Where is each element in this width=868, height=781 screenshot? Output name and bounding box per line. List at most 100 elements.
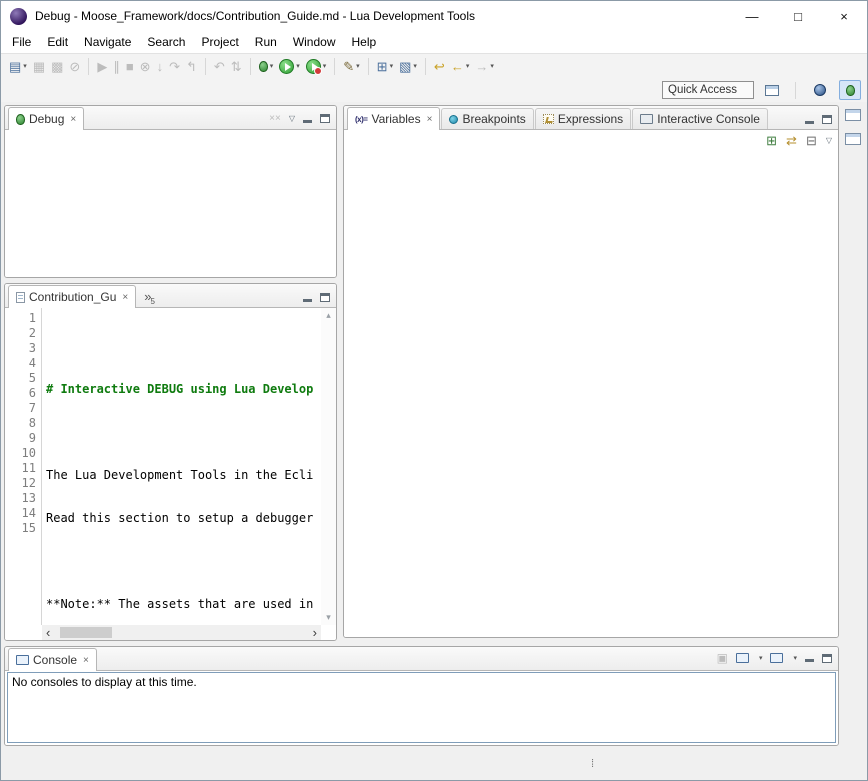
dropdown-arrow-icon[interactable]: ▾ — [323, 62, 327, 70]
save-button[interactable]: ▦ — [31, 55, 47, 77]
disconnect-button[interactable]: ⊗ — [138, 55, 153, 77]
menu-run[interactable]: Run — [247, 32, 285, 52]
last-edit-location-button[interactable]: ↩ — [432, 55, 447, 77]
scroll-up-arrow-icon[interactable]: ▴ — [326, 310, 331, 321]
view-menu-icon[interactable]: ▽ — [289, 114, 295, 123]
display-selected-console-icon[interactable] — [736, 653, 749, 663]
maximize-view-icon[interactable] — [320, 293, 330, 302]
step-over-button[interactable]: ↷ — [167, 55, 182, 77]
debug-button[interactable]: ▾ — [257, 55, 276, 77]
pin-console-icon[interactable]: ▣ — [717, 651, 728, 665]
dropdown-arrow-icon[interactable]: ▾ — [413, 62, 417, 70]
run-last-tool-button[interactable]: ▾ — [304, 55, 329, 77]
editor-line[interactable]: **Note:** The assets that are used in — [43, 597, 321, 612]
editor-ruler[interactable]: 1 2 3 4 5 6 7 8 9 10 11 12 13 14 15 — [5, 308, 42, 625]
lua-perspective-button[interactable] — [809, 80, 831, 100]
close-button[interactable]: × — [821, 1, 867, 31]
editor-tab-overflow-chevron[interactable]: » 5 — [144, 289, 155, 307]
minimize-view-icon[interactable] — [303, 115, 312, 123]
tab-debug[interactable]: Debug × — [8, 107, 84, 130]
dropdown-arrow-icon[interactable]: ▾ — [759, 654, 763, 662]
console-message-area[interactable]: No consoles to display at this time. — [7, 672, 836, 743]
scrollbar-thumb[interactable] — [60, 627, 112, 638]
drop-to-frame-button[interactable]: ↶ — [212, 55, 227, 77]
menu-navigate[interactable]: Navigate — [76, 32, 139, 52]
dropdown-arrow-icon[interactable]: ▾ — [356, 62, 360, 70]
tab-console[interactable]: Console × — [8, 648, 97, 671]
maximize-view-icon[interactable] — [320, 114, 330, 123]
scroll-left-arrow-icon[interactable]: ‹ — [42, 626, 54, 639]
view-menu-icon[interactable]: ▽ — [826, 136, 832, 145]
title-bar[interactable]: Debug - Moose_Framework/docs/Contributio… — [1, 1, 867, 31]
close-tab-icon[interactable]: × — [427, 114, 433, 125]
variables-content[interactable]: ⊞ ⇄ ⊟ ▽ — [344, 130, 838, 637]
dropdown-arrow-icon[interactable]: ▾ — [390, 62, 394, 70]
editor-line[interactable]: # Interactive DEBUG using Lua Develop — [43, 382, 321, 397]
tab-contribution-guide[interactable]: Contribution_Gu × — [8, 285, 136, 308]
close-tab-icon[interactable]: × — [122, 292, 128, 303]
restore-view-icon[interactable] — [845, 133, 861, 145]
terminate-button[interactable]: ■ — [124, 55, 136, 77]
new-project-button[interactable]: ⊞ ▾ — [375, 55, 395, 77]
suspend-button[interactable]: ∥ — [111, 55, 122, 77]
editor-horizontal-scrollbar[interactable]: ‹ › — [42, 625, 321, 640]
dropdown-arrow-icon[interactable]: ▾ — [23, 62, 27, 70]
tab-breakpoints[interactable]: Breakpoints — [441, 108, 533, 129]
dropdown-arrow-icon[interactable]: ▾ — [270, 62, 274, 70]
dropdown-arrow-icon[interactable]: ▾ — [793, 654, 797, 662]
maximize-view-icon[interactable] — [822, 654, 832, 663]
quick-access-input[interactable]: Quick Access — [662, 81, 754, 99]
minimize-button[interactable]: — — [729, 1, 775, 31]
restore-view-icon[interactable] — [845, 109, 861, 121]
close-tab-icon[interactable]: × — [83, 655, 89, 666]
editor-line[interactable] — [43, 425, 321, 440]
menu-window[interactable]: Window — [285, 32, 344, 52]
menu-help[interactable]: Help — [344, 32, 385, 52]
scroll-down-arrow-icon[interactable]: ▾ — [326, 612, 331, 623]
open-perspective-button[interactable] — [763, 79, 781, 101]
menu-search[interactable]: Search — [139, 32, 193, 52]
maximize-button[interactable]: □ — [775, 1, 821, 31]
open-console-icon[interactable] — [770, 653, 783, 663]
forward-button[interactable]: → ▾ — [473, 55, 496, 77]
menu-edit[interactable]: Edit — [39, 32, 76, 52]
tab-variables[interactable]: (x)= Variables × — [347, 107, 440, 130]
remove-all-terminated-button[interactable]: ×× — [269, 113, 281, 124]
minimize-view-icon[interactable] — [805, 116, 814, 124]
dropdown-arrow-icon[interactable]: ▾ — [296, 62, 300, 70]
status-drag-handle[interactable]: ⁞ — [591, 758, 594, 770]
save-all-button[interactable]: ▩ — [49, 55, 65, 77]
skip-all-breakpoints-button[interactable]: ⊘ — [67, 55, 82, 77]
use-step-filters-button[interactable]: ⇅ — [229, 55, 244, 77]
menu-file[interactable]: File — [4, 32, 39, 52]
show-logical-structures-icon[interactable]: ⇄ — [786, 134, 797, 147]
editor-line[interactable] — [43, 339, 321, 354]
step-into-button[interactable]: ↓ — [155, 55, 166, 77]
tab-expressions[interactable]: Expressions — [535, 108, 631, 129]
tab-interactive-console[interactable]: Interactive Console — [632, 108, 768, 129]
minimize-view-icon[interactable] — [303, 294, 312, 302]
resume-button[interactable]: ▶ — [95, 55, 109, 77]
editor-line[interactable]: Read this section to setup a debugger — [43, 511, 321, 526]
editor-line[interactable]: The Lua Development Tools in the Ecli — [43, 468, 321, 483]
dropdown-arrow-icon[interactable]: ▾ — [466, 62, 470, 70]
show-type-names-icon[interactable]: ⊞ — [766, 134, 777, 147]
editor-line[interactable] — [43, 554, 321, 569]
step-return-button[interactable]: ↰ — [184, 55, 199, 77]
menu-project[interactable]: Project — [193, 32, 246, 52]
collapse-all-icon[interactable]: ⊟ — [806, 134, 817, 147]
editor-text-area[interactable]: # Interactive DEBUG using Lua Develop Th… — [43, 308, 321, 625]
debug-view-content[interactable] — [5, 130, 336, 277]
editor-vertical-scrollbar[interactable]: ▴ ▾ — [321, 308, 336, 625]
debug-perspective-button[interactable] — [839, 80, 861, 100]
dropdown-arrow-icon[interactable]: ▾ — [490, 62, 494, 70]
maximize-view-icon[interactable] — [822, 115, 832, 124]
run-button[interactable]: ▾ — [277, 55, 302, 77]
scroll-right-arrow-icon[interactable]: › — [309, 626, 321, 639]
new-button[interactable]: ▤ ▾ — [7, 55, 29, 77]
back-button[interactable]: ← ▾ — [449, 55, 472, 77]
external-tools-button[interactable]: ✎ ▾ — [341, 55, 361, 77]
close-tab-icon[interactable]: × — [70, 114, 76, 125]
open-wizard-button[interactable]: ▧ ▾ — [397, 55, 419, 77]
minimize-view-icon[interactable] — [805, 654, 814, 662]
